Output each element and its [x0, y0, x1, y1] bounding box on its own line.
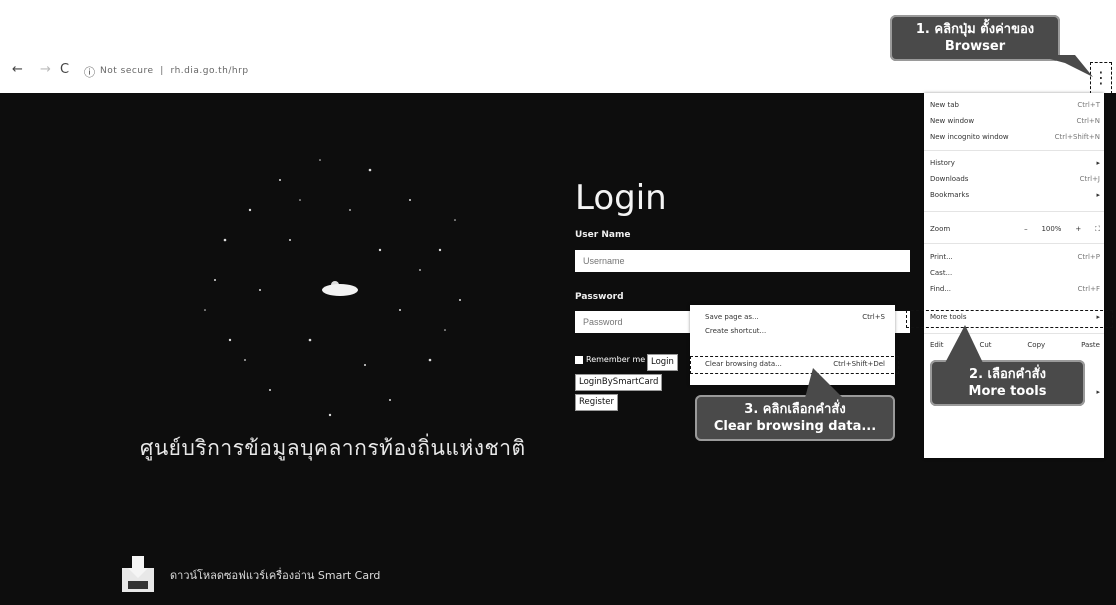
step2-callout: 2. เลือกคำสั่ง More tools — [930, 360, 1085, 406]
url-text: rh.dia.go.th/hrp — [170, 66, 249, 76]
forward-icon[interactable]: → — [40, 62, 51, 77]
info-icon[interactable]: ⓘ — [84, 64, 95, 80]
remember-checkbox[interactable] — [575, 355, 583, 364]
step3-line1: 3. คลิกเลือกคำสั่ง — [744, 402, 846, 417]
menu-incognito[interactable]: New incognito window Ctrl+Shift+N — [930, 133, 1100, 141]
menu-zoom: Zoom – 100% + ⛶ — [930, 225, 1100, 234]
menu-new-tab[interactable]: New tab Ctrl+T — [930, 101, 1100, 109]
more-tools-highlight — [906, 310, 1113, 328]
fullscreen-icon[interactable]: ⛶ — [1095, 225, 1100, 234]
menu-copy[interactable]: Copy — [1027, 341, 1045, 349]
security-label: Not secure — [100, 66, 154, 76]
submenu-save-page[interactable]: Save page as... Ctrl+S — [705, 313, 885, 321]
step3-line2: Clear browsing data... — [713, 419, 877, 434]
menu-cast[interactable]: Cast... — [930, 269, 1100, 277]
step2-line2: More tools — [968, 384, 1047, 399]
menu-bookmarks[interactable]: Bookmarks ▸ — [930, 191, 1100, 199]
smartcard-download-icon[interactable] — [118, 554, 158, 594]
menu-divider — [924, 150, 1104, 151]
step1-line1: 1. คลิกปุ่ม ตั้งค่าของ — [915, 22, 1035, 37]
menu-divider — [924, 243, 1104, 244]
menu-downloads[interactable]: Downloads Ctrl+J — [930, 175, 1100, 183]
particle-logo — [204, 159, 461, 417]
login-smartcard-button[interactable]: LoginBySmartCard — [575, 374, 663, 391]
step2-arrow-icon — [945, 325, 983, 363]
login-button[interactable]: Login — [647, 354, 678, 371]
clear-browsing-highlight — [690, 356, 899, 374]
username-label: User Name — [575, 230, 631, 240]
menu-paste[interactable]: Paste — [1081, 341, 1100, 349]
menu-edit: Edit — [930, 341, 944, 349]
step1-arrow-icon — [1035, 55, 1093, 77]
download-link[interactable]: ดาวน์โหลดซอฟแวร์เครื่องอ่าน Smart Card — [170, 566, 380, 584]
remember-row[interactable]: Remember me — [575, 355, 645, 364]
reload-icon[interactable]: C — [60, 62, 69, 77]
back-icon[interactable]: ← — [12, 62, 23, 77]
menu-new-window[interactable]: New window Ctrl+N — [930, 117, 1100, 125]
menu-history[interactable]: History ▸ — [930, 159, 1100, 167]
step3-callout: 3. คลิกเลือกคำสั่ง Clear browsing data..… — [695, 395, 895, 441]
menu-divider — [924, 211, 1104, 212]
center-name: ศูนย์บริการข้อมูลบุคลากรท้องถิ่นแห่งชาติ — [140, 436, 526, 460]
menu-find[interactable]: Find... Ctrl+F — [930, 285, 1100, 293]
step1-line2: Browser — [944, 39, 1006, 54]
register-button[interactable]: Register — [575, 394, 618, 411]
login-title: Login — [575, 178, 667, 218]
step2-line1: 2. เลือกคำสั่ง — [969, 367, 1046, 382]
password-label: Password — [575, 292, 624, 302]
zoom-plus-button[interactable]: + — [1075, 225, 1081, 234]
username-input[interactable] — [575, 250, 910, 272]
menu-print[interactable]: Print... Ctrl+P — [930, 253, 1100, 261]
url-bar[interactable]: Not secure | rh.dia.go.th/hrp — [100, 66, 249, 76]
remember-label: Remember me — [586, 355, 646, 364]
zoom-minus-button[interactable]: – — [1024, 225, 1028, 234]
step3-arrow-icon — [805, 368, 843, 398]
zoom-value: 100% — [1041, 225, 1062, 233]
submenu-create-shortcut[interactable]: Create shortcut... — [705, 327, 885, 335]
